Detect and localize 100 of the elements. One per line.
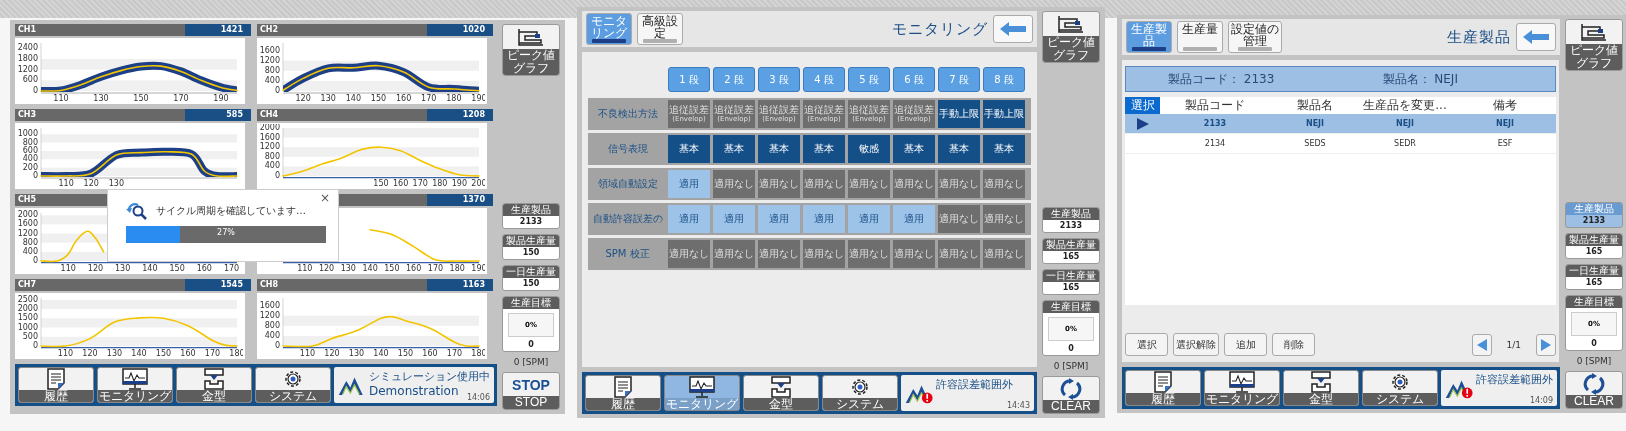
setting-cell[interactable]: 適用なし <box>893 240 935 268</box>
setting-cell[interactable]: 基本 <box>893 135 935 163</box>
setting-cell[interactable]: 基本 <box>983 135 1025 163</box>
setting-cell[interactable]: 適用なし <box>938 205 980 233</box>
back-button[interactable] <box>993 15 1033 43</box>
stat-card[interactable]: 製品生産量 165 <box>1042 238 1100 264</box>
tick-label: 140 <box>373 349 389 358</box>
setting-cell[interactable]: 適用なし <box>983 170 1025 198</box>
tab[interactable]: 生産量 <box>1177 21 1223 53</box>
stat-card[interactable]: 生産製品 2133 <box>1565 202 1623 228</box>
tab[interactable]: 高級設定 <box>637 13 683 45</box>
stat-card[interactable]: 生産製品 2133 <box>502 203 560 229</box>
table-cell-text: NEJI <box>1304 119 1326 128</box>
nav-button[interactable]: 履歴 <box>1125 370 1201 406</box>
stat-card[interactable]: 製品生産量 150 <box>502 234 560 260</box>
peak-graph-button[interactable]: ピーク値グラフ <box>1565 19 1623 71</box>
setting-cell[interactable]: 手動上限 <box>938 100 980 128</box>
monitor-icon <box>122 368 148 390</box>
stat-value: 0 <box>1067 343 1075 355</box>
nav-button[interactable]: システム <box>822 375 898 411</box>
setting-cell[interactable]: 適用なし <box>803 170 845 198</box>
tick-label: 110 <box>53 94 69 103</box>
action-button[interactable]: 追加 <box>1224 333 1267 356</box>
action-button[interactable]: STOP STOP <box>502 372 560 410</box>
setting-cell[interactable]: 適用なし <box>893 170 935 198</box>
action-button[interactable]: 選択解除 <box>1173 333 1219 356</box>
nav-button[interactable]: 金型 <box>176 367 252 403</box>
stat-card[interactable]: 製品生産量 165 <box>1565 233 1623 259</box>
action-button[interactable]: CLEAR <box>1042 376 1100 414</box>
nav-button[interactable]: システム <box>255 367 331 403</box>
channel-label: CH8 <box>259 279 280 291</box>
stat-card[interactable]: 一日生産量 165 <box>1042 269 1100 295</box>
nav-button[interactable]: 金型 <box>743 375 819 411</box>
table-row[interactable]: 2133 NEJI NEJI NEJI <box>1125 114 1556 134</box>
close-button[interactable]: × <box>319 191 330 205</box>
table-row[interactable]: 2134 SEDS SEDR ESF <box>1125 134 1556 154</box>
tick-label: 800 <box>264 65 280 75</box>
nav-button[interactable]: 履歴 <box>18 367 94 403</box>
setting-cell[interactable]: 適用なし <box>848 170 890 198</box>
setting-cell[interactable]: 適用なし <box>758 170 800 198</box>
nav-button[interactable]: 履歴 <box>585 375 661 411</box>
nav-button[interactable]: システム <box>1362 370 1438 406</box>
setting-cell[interactable]: 基本 <box>803 135 845 163</box>
setting-cell[interactable]: 敏感 <box>848 135 890 163</box>
tab[interactable]: 設定値の管理 <box>1228 21 1282 53</box>
setting-cell[interactable]: 適用 <box>668 205 710 233</box>
setting-cell[interactable]: 適用 <box>758 205 800 233</box>
setting-cell[interactable]: 適用なし <box>983 240 1025 268</box>
tick-label: 0 <box>32 256 38 265</box>
setting-cell[interactable]: 基本 <box>758 135 800 163</box>
setting-cell[interactable]: 手動上限 <box>983 100 1025 128</box>
peak-graph-button[interactable]: ピーク値グラフ <box>1042 11 1100 63</box>
tick-label: 160 <box>422 349 438 358</box>
action-button[interactable]: CLEAR <box>1565 371 1623 409</box>
nav-button[interactable]: モニタリング <box>97 367 173 403</box>
tick-label: 190 <box>471 94 487 103</box>
setting-cell[interactable]: 適用なし <box>803 240 845 268</box>
setting-cell[interactable]: 適用なし <box>758 240 800 268</box>
nav-button[interactable]: 金型 <box>1283 370 1359 406</box>
tick-label: 400 <box>264 330 280 340</box>
setting-cell[interactable]: 適用なし <box>848 240 890 268</box>
setting-cell[interactable]: 適用なし <box>713 240 755 268</box>
stat-value: 2133 <box>1058 220 1084 232</box>
stat-card[interactable]: 一日生産量 165 <box>1565 264 1623 290</box>
channel-value: 1020 <box>427 24 493 36</box>
setting-cell[interactable]: 適用 <box>893 205 935 233</box>
tick-label: 150 <box>384 264 400 273</box>
tick-label: 600 <box>22 75 38 85</box>
tick-label: 1200 <box>17 64 38 74</box>
tick-label: 1000 <box>17 129 38 139</box>
setting-cell[interactable]: 適用 <box>713 205 755 233</box>
setting-cell[interactable]: 基本 <box>668 135 710 163</box>
back-button[interactable] <box>1516 23 1556 51</box>
setting-cell[interactable]: 基本 <box>938 135 980 163</box>
setting-cell[interactable]: 適用なし <box>938 170 980 198</box>
stat-value: 0 <box>527 339 535 351</box>
tick-label: 1600 <box>17 219 38 229</box>
tick-label: 150 <box>155 349 172 358</box>
stat-card[interactable]: 一日生産量 150 <box>502 265 560 291</box>
setting-cell[interactable]: 適用 <box>848 205 890 233</box>
action-button[interactable]: 選択 <box>1125 333 1168 356</box>
next-page-button[interactable] <box>1536 333 1556 356</box>
setting-cell[interactable]: 基本 <box>713 135 755 163</box>
tick-label: 170 <box>446 349 463 358</box>
previous-page-button[interactable] <box>1471 333 1492 356</box>
tick-label: 1000 <box>17 322 38 332</box>
peak-graph-button[interactable]: ピーク値グラフ <box>502 24 560 76</box>
stat-card[interactable]: 生産製品 2133 <box>1042 207 1100 233</box>
setting-cell[interactable]: 適用なし <box>938 240 980 268</box>
tick-label: 2000 <box>259 123 280 132</box>
tick-label: 1500 <box>17 313 38 323</box>
setting-cell[interactable]: 適用なし <box>668 240 710 268</box>
action-button[interactable]: 削除 <box>1272 333 1315 356</box>
tick-label: 140 <box>131 349 147 358</box>
tick-label: 150 <box>370 94 387 103</box>
setting-cell[interactable]: 適用 <box>803 205 845 233</box>
setting-cell[interactable]: 適用なし <box>983 205 1025 233</box>
setting-cell[interactable]: 適用 <box>668 170 710 198</box>
nav-button[interactable]: モニタリング <box>1204 370 1280 406</box>
setting-cell[interactable]: 適用なし <box>713 170 755 198</box>
